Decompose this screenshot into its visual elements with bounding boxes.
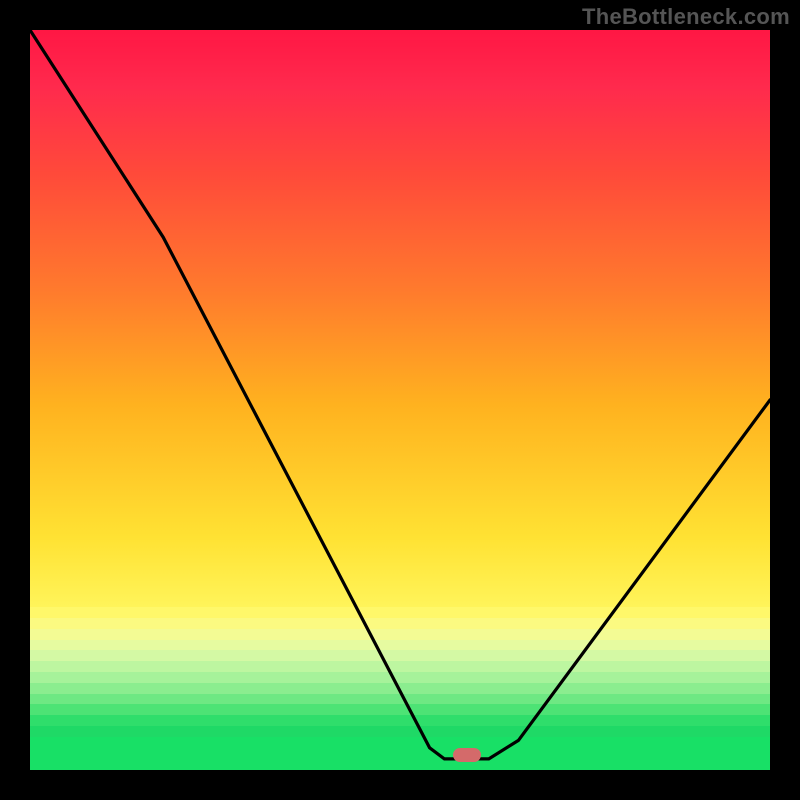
bottleneck-curve-path <box>30 30 770 759</box>
plot-area <box>30 30 770 770</box>
valley-marker <box>453 748 481 762</box>
watermark-text: TheBottleneck.com <box>582 4 790 30</box>
curve-svg <box>30 30 770 770</box>
chart-frame: TheBottleneck.com <box>0 0 800 800</box>
